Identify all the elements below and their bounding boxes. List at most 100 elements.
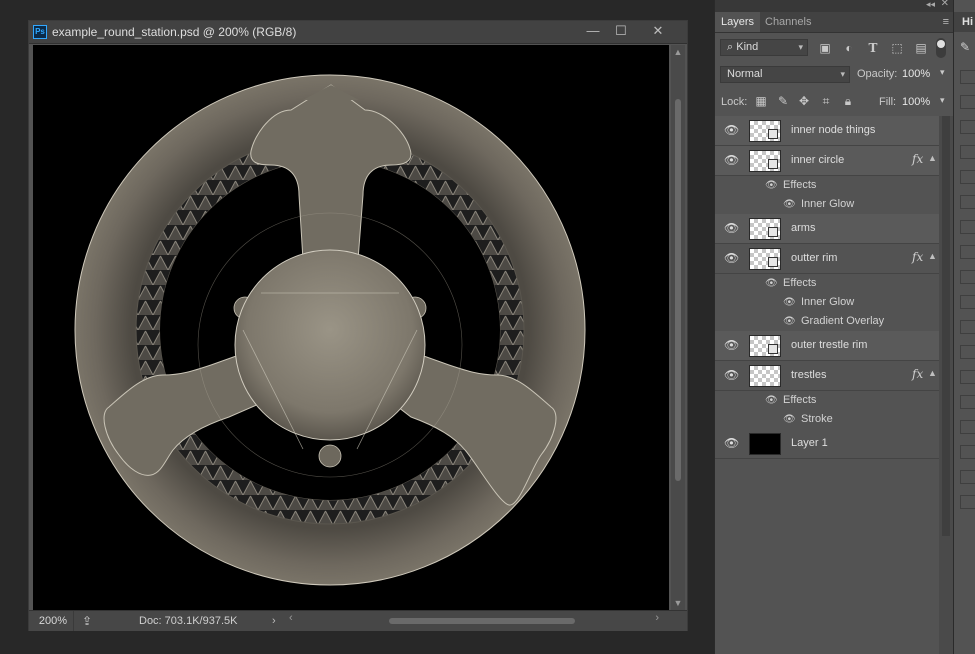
effect-eye-icon[interactable]: 👁︎: [783, 316, 796, 327]
status-menu-arrow-icon[interactable]: ›: [272, 611, 276, 631]
minimize-icon[interactable]: —: [578, 21, 608, 43]
effect-row[interactable]: 👁︎ Inner Glow: [715, 195, 939, 214]
history-state-slot[interactable]: [960, 495, 975, 509]
history-state-slot[interactable]: [960, 295, 975, 309]
fx-icon[interactable]: fx: [912, 250, 923, 264]
effect-name: Inner Glow: [801, 296, 855, 308]
chevron-down-icon[interactable]: ▾: [940, 95, 945, 106]
history-state-slot[interactable]: [960, 320, 975, 334]
layer-row[interactable]: 👁︎ inner node things: [715, 116, 939, 146]
effect-row[interactable]: 👁︎ Stroke: [715, 410, 939, 429]
vertical-scroll-thumb[interactable]: [675, 99, 681, 481]
history-state-slot[interactable]: [960, 470, 975, 484]
image-canvas[interactable]: [33, 45, 669, 610]
type-layer-filter-icon[interactable]: T: [865, 40, 881, 56]
tab-channels[interactable]: Channels: [759, 12, 817, 32]
layer-row[interactable]: 👁︎ outer trestle rim: [715, 331, 939, 361]
history-state-slot[interactable]: [960, 445, 975, 459]
layer-row[interactable]: 👁︎ outter rim fx ▲: [715, 244, 939, 274]
layer-row[interactable]: 👁︎ inner circle fx ▲: [715, 146, 939, 176]
fill-value[interactable]: 100%: [902, 96, 930, 108]
lock-position-icon[interactable]: ✥: [796, 93, 812, 109]
scroll-right-icon[interactable]: ›: [655, 612, 659, 624]
horizontal-scroll-thumb[interactable]: [389, 618, 575, 624]
scroll-up-icon[interactable]: ▲: [673, 47, 683, 57]
pixel-layer-filter-icon[interactable]: ▣: [817, 40, 833, 56]
visibility-eye-icon[interactable]: 👁︎: [724, 154, 739, 166]
history-state-slot[interactable]: [960, 395, 975, 409]
history-state-slot[interactable]: [960, 145, 975, 159]
tab-layers[interactable]: Layers: [715, 12, 761, 32]
effect-row[interactable]: 👁︎ Gradient Overlay: [715, 312, 939, 331]
zoom-level-field[interactable]: 200%: [33, 611, 74, 631]
effect-row[interactable]: 👁︎ Inner Glow: [715, 293, 939, 312]
visibility-eye-icon[interactable]: 👁︎: [724, 369, 739, 381]
layers-scrollbar[interactable]: [939, 116, 953, 654]
effects-group-row[interactable]: 👁︎ Effects: [715, 274, 939, 293]
adjustment-layer-filter-icon[interactable]: ◐: [841, 40, 857, 56]
panel-menu-icon[interactable]: ≡: [943, 16, 949, 28]
maximize-icon[interactable]: ☐: [606, 21, 636, 43]
visibility-eye-icon[interactable]: 👁︎: [724, 124, 739, 136]
opacity-value[interactable]: 100%: [902, 68, 930, 80]
collapse-effects-icon[interactable]: ▲: [928, 251, 937, 261]
tab-history[interactable]: Hi: [954, 12, 975, 32]
document-title-bar[interactable]: Ps example_round_station.psd @ 200% (RGB…: [29, 21, 687, 44]
layer-row[interactable]: 👁︎ arms: [715, 214, 939, 244]
scroll-left-icon[interactable]: ‹: [289, 612, 293, 624]
horizontal-scrollbar[interactable]: ‹ ›: [285, 612, 665, 628]
collapse-panels-icon[interactable]: ◂◂: [926, 0, 935, 10]
filter-toggle-icon[interactable]: [936, 38, 946, 58]
scroll-down-icon[interactable]: ▼: [673, 598, 683, 608]
effect-eye-icon[interactable]: 👁︎: [783, 414, 796, 425]
document-window[interactable]: Ps example_round_station.psd @ 200% (RGB…: [28, 20, 688, 631]
filter-kind-label: Kind: [736, 41, 759, 53]
export-icon[interactable]: ⇪: [82, 614, 92, 628]
history-state-slot[interactable]: [960, 270, 975, 284]
lock-image-pixels-icon[interactable]: ✎: [775, 93, 791, 109]
history-state-slot[interactable]: [960, 420, 975, 434]
history-state-slot[interactable]: [960, 170, 975, 184]
effects-label: Effects: [783, 277, 817, 289]
vertical-scrollbar[interactable]: ▲ ▼: [671, 45, 685, 610]
effects-eye-icon[interactable]: 👁︎: [765, 278, 778, 289]
layer-row[interactable]: 👁︎ trestles fx ▲: [715, 361, 939, 391]
history-state-slot[interactable]: [960, 120, 975, 134]
fx-icon[interactable]: fx: [912, 367, 923, 381]
history-state-slot[interactable]: [960, 195, 975, 209]
close-panel-icon[interactable]: ✕: [941, 0, 949, 9]
smart-object-filter-icon[interactable]: ▤: [913, 40, 929, 56]
lock-all-icon[interactable]: 🔒︎: [840, 93, 856, 109]
chevron-down-icon: ▾: [798, 42, 803, 52]
layer-thumbnail: [749, 218, 781, 240]
chevron-down-icon[interactable]: ▾: [940, 67, 945, 78]
layer-row[interactable]: 👁︎ Layer 1: [715, 429, 939, 459]
effects-eye-icon[interactable]: 👁︎: [765, 180, 778, 191]
collapse-effects-icon[interactable]: ▲: [928, 153, 937, 163]
history-state-slot[interactable]: [960, 95, 975, 109]
lock-artboard-icon[interactable]: ⌗: [818, 93, 834, 109]
lock-transparent-pixels-icon[interactable]: ▦: [753, 93, 769, 109]
history-state-slot[interactable]: [960, 345, 975, 359]
fx-icon[interactable]: fx: [912, 152, 923, 166]
visibility-eye-icon[interactable]: 👁︎: [724, 222, 739, 234]
layers-scroll-thumb[interactable]: [942, 116, 950, 536]
effects-group-row[interactable]: 👁︎ Effects: [715, 176, 939, 195]
visibility-eye-icon[interactable]: 👁︎: [724, 252, 739, 264]
blend-mode-dropdown[interactable]: Normal ▾: [720, 66, 850, 83]
history-state-slot[interactable]: [960, 245, 975, 259]
visibility-eye-icon[interactable]: 👁︎: [724, 339, 739, 351]
effect-eye-icon[interactable]: 👁︎: [783, 199, 796, 210]
effects-group-row[interactable]: 👁︎ Effects: [715, 391, 939, 410]
filter-kind-dropdown[interactable]: ⌕ Kind ▾: [720, 39, 808, 56]
history-brush-icon[interactable]: ✎: [960, 40, 970, 54]
shape-layer-filter-icon[interactable]: ⬚: [889, 40, 905, 56]
effect-eye-icon[interactable]: 👁︎: [783, 297, 796, 308]
history-state-slot[interactable]: [960, 220, 975, 234]
history-state-slot[interactable]: [960, 370, 975, 384]
collapse-effects-icon[interactable]: ▲: [928, 368, 937, 378]
visibility-eye-icon[interactable]: 👁︎: [724, 437, 739, 449]
close-icon[interactable]: ✕: [643, 21, 673, 43]
history-state-slot[interactable]: [960, 70, 975, 84]
effects-eye-icon[interactable]: 👁︎: [765, 395, 778, 406]
